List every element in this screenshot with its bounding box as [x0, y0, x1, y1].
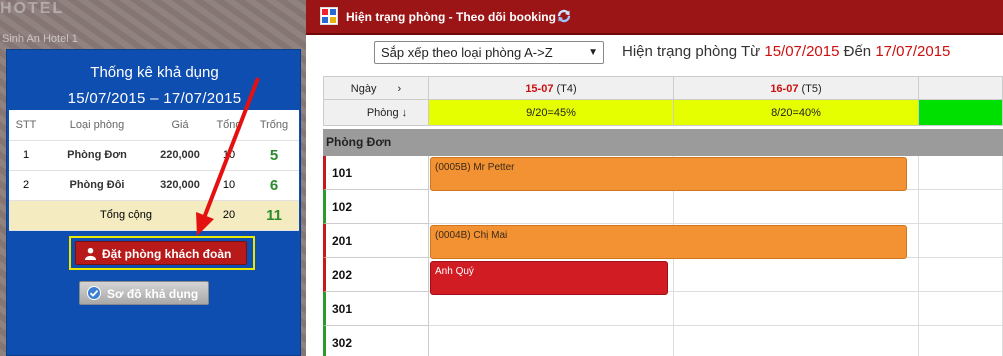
check-circle-icon — [87, 286, 101, 300]
row-divider — [429, 223, 1003, 224]
occupancy-value: 8/20=40% — [771, 107, 821, 119]
room-label: Phòng ↓ — [366, 107, 408, 119]
occupancy-cell — [919, 100, 1003, 126]
table-row: 2 Phòng Đôi 320,000 10 6 — [9, 170, 299, 201]
col-price: Giá — [151, 110, 209, 141]
col-free: Trống — [249, 110, 299, 141]
table-row: 1 Phòng Đơn 220,000 10 5 — [9, 140, 299, 171]
calendar-grid-icon — [320, 7, 338, 25]
row-room-type: Phòng Đơn — [43, 140, 151, 171]
total-label: Tổng cộng — [43, 200, 209, 231]
availability-panel: Thống kê khả dụng 15/07/2015 – 17/07/201… — [6, 49, 301, 356]
occupancy-cell: 8/20=40% — [674, 100, 919, 126]
room-row-102[interactable]: 102 — [323, 190, 429, 224]
page-header: Hiện trạng phòng - Theo dõi booking — [306, 0, 1003, 35]
background-caption: Sinh An Hotel 1 — [2, 33, 78, 45]
sort-select[interactable]: Sắp xếp theo loại phòng A->Z ▼ — [374, 41, 604, 64]
row-total: 10 — [209, 140, 249, 171]
booking-bar[interactable]: (0004B) Chị Mai — [430, 225, 907, 259]
left-background: HOTEL Sinh An Hotel 1 Thống kê khả dụng … — [0, 0, 306, 356]
highlight-box: Đặt phòng khách đoàn — [69, 236, 255, 270]
to-date: 17/07/2015 — [875, 43, 951, 60]
row-free: 6 — [249, 170, 299, 201]
row-stt: 1 — [9, 140, 43, 171]
room-row-101[interactable]: 101 — [323, 156, 429, 190]
col-total: Tổng — [209, 110, 249, 141]
status-prefix: Hiện trạng phòng Từ — [622, 43, 761, 60]
room-row-202[interactable]: 202 — [323, 258, 429, 292]
room-row-302[interactable]: 302 — [323, 326, 429, 356]
occupancy-cell: 9/20=45% — [429, 100, 674, 126]
booking-label: (0005B) Mr Petter — [435, 162, 515, 173]
refresh-icon[interactable] — [556, 8, 572, 24]
col-room-type: Loại phòng — [43, 110, 151, 141]
background-hotel-name: HOTEL — [0, 0, 65, 17]
status-mid: Đến — [843, 43, 872, 60]
availability-map-label: Sơ đồ khả dụng — [107, 287, 199, 301]
col-stt: STT — [9, 110, 43, 141]
group-booking-label: Đặt phòng khách đoàn — [102, 247, 232, 261]
room-row-201[interactable]: 201 — [323, 224, 429, 258]
room-row-301[interactable]: 301 — [323, 292, 429, 326]
room-header-cell: Phòng ↓ — [323, 100, 429, 126]
day-header-cell: 15-07 (T4) — [429, 76, 674, 100]
row-free: 5 — [249, 140, 299, 171]
row-room-type: Phòng Đôi — [43, 170, 151, 201]
day-header-label-cell: Ngày › — [323, 76, 429, 100]
group-booking-button[interactable]: Đặt phòng khách đoàn — [75, 241, 247, 265]
availability-map-button[interactable]: Sơ đồ khả dụng — [79, 281, 209, 305]
booking-label: (0004B) Chị Mai — [435, 230, 508, 241]
day-date: 15-07 — [525, 83, 554, 95]
status-line: Hiện trạng phòng Từ 15/07/2015 Đến 17/07… — [622, 43, 950, 60]
row-total: 10 — [209, 170, 249, 201]
availability-title: Thống kê khả dụng — [90, 64, 219, 81]
day-header-cell: 16-07 (T5) — [674, 76, 919, 100]
row-price: 320,000 — [151, 170, 209, 201]
total-count: 20 — [209, 200, 249, 231]
from-date: 15/07/2015 — [764, 43, 840, 60]
day-label: Ngày — [350, 83, 377, 95]
availability-date-range: 15/07/2015 – 17/07/2015 — [67, 90, 242, 107]
page-title: Hiện trạng phòng - Theo dõi booking — [346, 10, 556, 24]
day-weekday: (T5) — [801, 83, 822, 95]
day-date: 16-07 — [770, 83, 799, 95]
table-total-row: Tổng cộng 20 11 — [9, 200, 299, 231]
user-icon — [84, 247, 97, 260]
total-free: 11 — [249, 200, 299, 231]
chevron-down-icon: ▼ — [588, 47, 598, 58]
day-cell[interactable] — [919, 156, 1003, 356]
row-divider — [429, 325, 1003, 326]
booking-label: Anh Quý — [435, 266, 474, 277]
row-price: 220,000 — [151, 140, 209, 171]
day-weekday: (T4) — [556, 83, 577, 95]
occupancy-value: 9/20=45% — [526, 107, 576, 119]
booking-bar[interactable]: Anh Quý — [430, 261, 668, 295]
day-header-cell — [919, 76, 1003, 100]
booking-bar[interactable]: (0005B) Mr Petter — [430, 157, 907, 191]
sort-select-value: Sắp xếp theo loại phòng A->Z — [381, 45, 553, 60]
room-group-header: Phòng Đơn — [323, 129, 1003, 156]
availability-table-header: STT Loại phòng Giá Tổng Trống — [9, 110, 299, 141]
chevron-right-icon: › — [397, 83, 402, 95]
row-stt: 2 — [9, 170, 43, 201]
availability-table: STT Loại phòng Giá Tổng Trống 1 Phòng Đơ… — [9, 110, 299, 231]
booking-grid: Ngày › 15-07 (T4) 16-07 (T5) Phòng ↓ 9/2… — [323, 76, 1003, 356]
